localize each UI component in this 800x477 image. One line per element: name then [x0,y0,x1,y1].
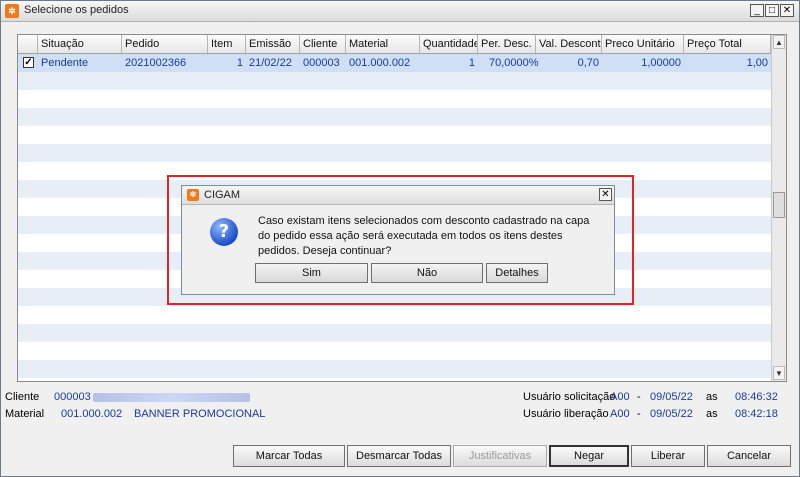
question-icon: ? [210,218,238,246]
grid-header: Situação Pedido Item Emissão Cliente Mat… [18,35,771,54]
cell-situacao: Pendente [41,57,89,69]
material-code: 001.000.002 [61,408,123,420]
cliente-label: Cliente [5,391,40,403]
header-material[interactable]: Material [346,35,420,53]
dialog-title-bar[interactable]: ✲ CIGAM ✕ [182,186,614,205]
grid-scrollbar[interactable]: ▲ ▼ [771,35,786,381]
usuario-liberacao-label: Usuário liberação [523,408,609,420]
dialog-message: Caso existam itens selecionados com desc… [258,215,590,257]
separator: - [637,408,641,420]
liberar-button[interactable]: Liberar [631,445,705,467]
cliente-code: 000003 [54,391,91,403]
usuario-solicitacao-label: Usuário solicitação [523,391,616,403]
header-item[interactable]: Item [208,35,246,53]
header-check [18,35,38,53]
dialog-title: CIGAM [204,189,241,201]
header-emissao[interactable]: Emissão [246,35,300,53]
cell-item: 1 [236,57,243,69]
usuario-liberacao-user: A00 [610,408,630,420]
cell-emissao: 21/02/22 [249,57,292,69]
header-quantidade[interactable]: Quantidade [420,35,478,53]
window-title: Selecione os pedidos [24,4,129,16]
confirm-dialog: ✲ CIGAM ✕ ? Caso existam itens seleciona… [181,185,615,295]
cell-material: 001.000.002 [349,57,411,69]
close-button[interactable]: ✕ [780,4,794,17]
as-label: as [706,408,718,420]
header-preco-total[interactable]: Preço Total [684,35,771,53]
usuario-solicitacao-date: 09/05/22 [650,391,693,403]
scroll-down-icon[interactable]: ▼ [773,366,785,380]
usuario-liberacao-date: 09/05/22 [650,408,693,420]
cancelar-button[interactable]: Cancelar [707,445,791,467]
usuario-solicitacao-time: 08:46:32 [735,391,778,403]
dialog-close-button[interactable]: ✕ [599,188,612,201]
cigam-logo-icon: ✲ [5,4,19,18]
cigam-logo-icon: ✲ [187,189,199,201]
header-pedido[interactable]: Pedido [122,35,208,53]
scroll-thumb[interactable] [773,192,785,218]
cell-quantidade: 1 [468,57,475,69]
material-label: Material [5,408,45,420]
cliente-name-redacted [93,393,250,402]
usuario-solicitacao-user: A00 [610,391,630,403]
material-name: BANNER PROMOCIONAL [134,408,266,420]
minimize-button[interactable]: _ [750,4,764,17]
header-preco-unitario[interactable]: Preco Unitário [602,35,684,53]
detalhes-button[interactable]: Detalhes [486,263,548,283]
header-cliente[interactable]: Cliente [300,35,346,53]
title-bar[interactable]: ✲ Selecione os pedidos _ □ ✕ [1,1,799,22]
row-checkbox[interactable]: ✓ [23,57,34,68]
as-label: as [706,391,718,403]
header-per-desc[interactable]: Per. Desc. [478,35,536,53]
cell-preco-total: 1,00 [746,57,768,69]
negar-button[interactable]: Negar [549,445,629,467]
nao-button[interactable]: Não [371,263,483,283]
sim-button[interactable]: Sim [255,263,368,283]
desmarcar-todas-button[interactable]: Desmarcar Todas [347,445,451,467]
table-row[interactable]: ✓ Pendente 2021002366 1 21/02/22 000003 … [18,54,771,72]
usuario-liberacao-time: 08:42:18 [735,408,778,420]
cell-val-desconto: 0,70 [577,57,599,69]
scroll-up-icon[interactable]: ▲ [773,35,785,49]
cell-cliente: 000003 [303,57,340,69]
maximize-button[interactable]: □ [765,4,779,17]
justificativas-button[interactable]: Justificativas [453,445,547,467]
cell-pedido: 2021002366 [125,57,187,69]
separator: - [637,391,641,403]
header-val-desconto[interactable]: Val. Desconto [536,35,602,53]
marcar-todas-button[interactable]: Marcar Todas [233,445,345,467]
cell-preco-unitario: 1,00000 [641,57,681,69]
header-situacao[interactable]: Situação [38,35,122,53]
